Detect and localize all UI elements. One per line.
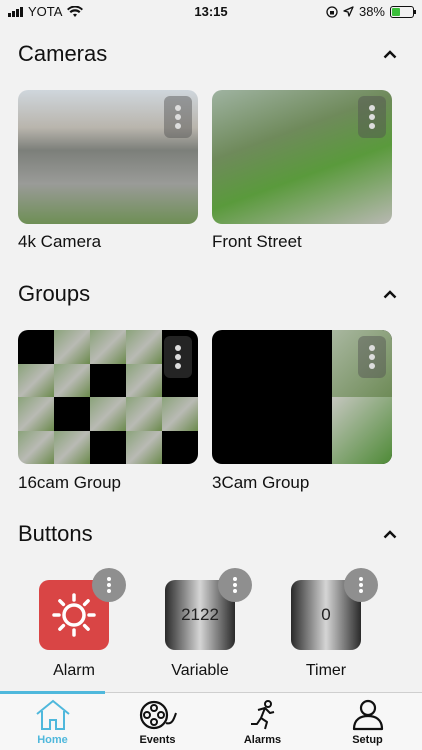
cameras-section-header: Cameras	[18, 40, 404, 68]
button-label: Alarm	[53, 662, 95, 679]
collapse-button[interactable]	[376, 520, 404, 548]
group-label: 3Cam Group	[212, 473, 310, 492]
variable-menu-button[interactable]	[218, 568, 252, 602]
tab-setup[interactable]: Setup	[315, 693, 420, 750]
group-tile[interactable]	[212, 330, 392, 464]
user-icon	[352, 699, 383, 731]
home-icon	[35, 699, 70, 730]
variable-value: 2122	[181, 605, 219, 624]
alarm-menu-button[interactable]	[92, 568, 126, 602]
location-icon	[343, 6, 354, 17]
buttons-section-header: Buttons	[18, 520, 404, 548]
battery-percent: 38%	[358, 4, 385, 19]
tab-label: Home	[37, 734, 68, 746]
status-right: 38%	[326, 4, 416, 19]
running-person-icon	[250, 700, 274, 730]
group-menu-button[interactable]	[358, 336, 386, 378]
camera-tile[interactable]	[18, 90, 198, 224]
camera-menu-button[interactable]	[358, 96, 386, 138]
tab-label: Events	[139, 734, 176, 746]
camera-label: Front Street	[212, 232, 302, 251]
camera-tile[interactable]	[212, 90, 392, 224]
film-reel-icon	[139, 700, 177, 730]
group-tile[interactable]	[18, 330, 198, 464]
chevron-up-icon	[383, 49, 397, 58]
group-menu-button[interactable]	[164, 336, 192, 378]
section-title: Groups	[18, 281, 91, 306]
chevron-up-icon	[383, 529, 397, 538]
status-bar: YOTA 13:15 38%	[0, 0, 422, 24]
tab-alarms[interactable]: Alarms	[210, 693, 315, 750]
battery-icon	[390, 5, 416, 18]
group-label: 16cam Group	[18, 473, 121, 492]
chevron-up-icon	[383, 289, 397, 298]
battery-fill	[392, 7, 400, 16]
tab-label: Alarms	[243, 734, 282, 746]
sun-icon	[52, 593, 96, 637]
camera-label: 4k Camera	[18, 232, 102, 251]
timer-menu-button[interactable]	[344, 568, 378, 602]
rotation-lock-icon	[326, 5, 338, 18]
collapse-button[interactable]	[376, 40, 404, 68]
timer-value: 0	[321, 605, 331, 624]
section-title: Buttons	[18, 521, 93, 546]
section-title: Cameras	[18, 41, 108, 66]
tab-events[interactable]: Events	[105, 693, 210, 750]
collapse-button[interactable]	[376, 280, 404, 308]
camera-menu-button[interactable]	[164, 96, 192, 138]
button-label: Timer	[305, 662, 347, 679]
groups-section-header: Groups	[18, 280, 404, 308]
button-label: Variable	[171, 662, 229, 679]
tab-home[interactable]: Home	[0, 693, 105, 750]
tab-label: Setup	[352, 734, 383, 746]
tab-bar: Home Events Alarms Setup	[0, 691, 422, 750]
